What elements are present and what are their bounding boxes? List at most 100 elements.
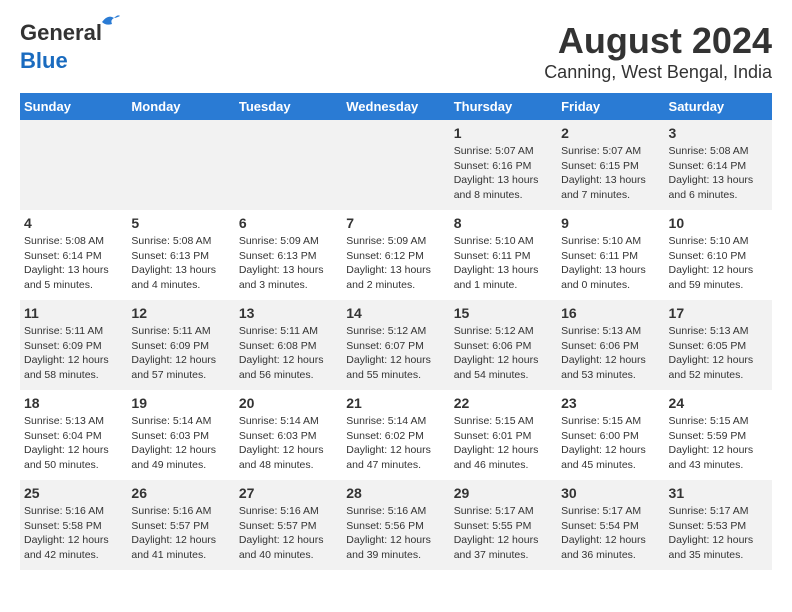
day-number: 14 bbox=[346, 305, 445, 321]
day-number: 26 bbox=[131, 485, 230, 501]
day-number: 8 bbox=[454, 215, 553, 231]
day-number: 21 bbox=[346, 395, 445, 411]
day-info: Sunrise: 5:14 AMSunset: 6:03 PMDaylight:… bbox=[239, 414, 338, 473]
weekday-header-monday: Monday bbox=[127, 93, 234, 120]
day-number: 20 bbox=[239, 395, 338, 411]
day-info: Sunrise: 5:11 AMSunset: 6:09 PMDaylight:… bbox=[131, 324, 230, 383]
day-info: Sunrise: 5:17 AMSunset: 5:54 PMDaylight:… bbox=[561, 504, 660, 563]
day-info: Sunrise: 5:09 AMSunset: 6:13 PMDaylight:… bbox=[239, 234, 338, 293]
day-info: Sunrise: 5:17 AMSunset: 5:53 PMDaylight:… bbox=[669, 504, 768, 563]
calendar-cell: 20 Sunrise: 5:14 AMSunset: 6:03 PMDayligh… bbox=[235, 390, 342, 480]
calendar-cell bbox=[235, 120, 342, 210]
day-number: 15 bbox=[454, 305, 553, 321]
day-info: Sunrise: 5:15 AMSunset: 6:00 PMDaylight:… bbox=[561, 414, 660, 473]
calendar-cell: 29 Sunrise: 5:17 AMSunset: 5:55 PMDayligh… bbox=[450, 480, 557, 570]
logo-general: General bbox=[20, 20, 102, 45]
day-info: Sunrise: 5:10 AMSunset: 6:11 PMDaylight:… bbox=[561, 234, 660, 293]
day-number: 18 bbox=[24, 395, 123, 411]
day-number: 25 bbox=[24, 485, 123, 501]
calendar-cell bbox=[127, 120, 234, 210]
calendar-cell: 24Sunrise: 5:15 AMSunset: 5:59 PMDayligh… bbox=[665, 390, 772, 480]
day-number: 19 bbox=[131, 395, 230, 411]
day-info: Sunrise: 5:08 AMSunset: 6:13 PMDaylight:… bbox=[131, 234, 230, 293]
calendar-cell: 26 Sunrise: 5:16 AMSunset: 5:57 PMDayligh… bbox=[127, 480, 234, 570]
calendar-cell: 16Sunrise: 5:13 AMSunset: 6:06 PMDayligh… bbox=[557, 300, 664, 390]
calendar-cell: 31 Sunrise: 5:17 AMSunset: 5:53 PMDayligh… bbox=[665, 480, 772, 570]
day-number: 7 bbox=[346, 215, 445, 231]
calendar-table: SundayMondayTuesdayWednesdayThursdayFrid… bbox=[20, 93, 772, 570]
calendar-cell: 15 Sunrise: 5:12 AMSunset: 6:06 PMDayligh… bbox=[450, 300, 557, 390]
day-info: Sunrise: 5:13 AMSunset: 6:04 PMDaylight:… bbox=[24, 414, 123, 473]
day-info: Sunrise: 5:15 AMSunset: 5:59 PMDaylight:… bbox=[669, 414, 768, 473]
logo-bird-icon bbox=[100, 12, 120, 30]
weekday-header-sunday: Sunday bbox=[20, 93, 127, 120]
day-info: Sunrise: 5:12 AMSunset: 6:06 PMDaylight:… bbox=[454, 324, 553, 383]
day-number: 5 bbox=[131, 215, 230, 231]
calendar-week-1: 1 Sunrise: 5:07 AMSunset: 6:16 PMDaylight… bbox=[20, 120, 772, 210]
day-info: Sunrise: 5:10 AMSunset: 6:11 PMDaylight:… bbox=[454, 234, 553, 293]
calendar-cell: 14Sunrise: 5:12 AMSunset: 6:07 PMDayligh… bbox=[342, 300, 449, 390]
day-info: Sunrise: 5:17 AMSunset: 5:55 PMDaylight:… bbox=[454, 504, 553, 563]
day-number: 3 bbox=[669, 125, 768, 141]
day-info: Sunrise: 5:16 AMSunset: 5:56 PMDaylight:… bbox=[346, 504, 445, 563]
day-number: 27 bbox=[239, 485, 338, 501]
day-info: Sunrise: 5:13 AMSunset: 6:05 PMDaylight:… bbox=[669, 324, 768, 383]
weekday-header-saturday: Saturday bbox=[665, 93, 772, 120]
main-title: August 2024 bbox=[544, 20, 772, 62]
page-header: General Blue August 2024 Canning, West B… bbox=[20, 20, 772, 83]
day-number: 4 bbox=[24, 215, 123, 231]
calendar-cell: 11Sunrise: 5:11 AMSunset: 6:09 PMDayligh… bbox=[20, 300, 127, 390]
calendar-cell: 27 Sunrise: 5:16 AMSunset: 5:57 PMDayligh… bbox=[235, 480, 342, 570]
day-info: Sunrise: 5:10 AMSunset: 6:10 PMDaylight:… bbox=[669, 234, 768, 293]
day-number: 23 bbox=[561, 395, 660, 411]
calendar-cell: 28Sunrise: 5:16 AMSunset: 5:56 PMDayligh… bbox=[342, 480, 449, 570]
day-info: Sunrise: 5:07 AMSunset: 6:16 PMDaylight:… bbox=[454, 144, 553, 203]
calendar-cell bbox=[20, 120, 127, 210]
day-number: 11 bbox=[24, 305, 123, 321]
calendar-cell: 30Sunrise: 5:17 AMSunset: 5:54 PMDayligh… bbox=[557, 480, 664, 570]
sub-title: Canning, West Bengal, India bbox=[544, 62, 772, 83]
calendar-cell: 25 Sunrise: 5:16 AMSunset: 5:58 PMDayligh… bbox=[20, 480, 127, 570]
calendar-week-4: 18 Sunrise: 5:13 AMSunset: 6:04 PMDayligh… bbox=[20, 390, 772, 480]
calendar-cell: 19 Sunrise: 5:14 AMSunset: 6:03 PMDayligh… bbox=[127, 390, 234, 480]
weekday-header-thursday: Thursday bbox=[450, 93, 557, 120]
calendar-cell: 2Sunrise: 5:07 AMSunset: 6:15 PMDaylight… bbox=[557, 120, 664, 210]
calendar-cell: 6 Sunrise: 5:09 AMSunset: 6:13 PMDaylight… bbox=[235, 210, 342, 300]
calendar-cell: 21Sunrise: 5:14 AMSunset: 6:02 PMDayligh… bbox=[342, 390, 449, 480]
day-info: Sunrise: 5:08 AMSunset: 6:14 PMDaylight:… bbox=[24, 234, 123, 293]
day-info: Sunrise: 5:16 AMSunset: 5:58 PMDaylight:… bbox=[24, 504, 123, 563]
calendar-cell: 18 Sunrise: 5:13 AMSunset: 6:04 PMDayligh… bbox=[20, 390, 127, 480]
calendar-cell: 17Sunrise: 5:13 AMSunset: 6:05 PMDayligh… bbox=[665, 300, 772, 390]
day-info: Sunrise: 5:14 AMSunset: 6:03 PMDaylight:… bbox=[131, 414, 230, 473]
weekday-header-tuesday: Tuesday bbox=[235, 93, 342, 120]
day-number: 6 bbox=[239, 215, 338, 231]
weekday-header-friday: Friday bbox=[557, 93, 664, 120]
day-number: 31 bbox=[669, 485, 768, 501]
calendar-cell: 3 Sunrise: 5:08 AMSunset: 6:14 PMDaylight… bbox=[665, 120, 772, 210]
logo: General Blue bbox=[20, 20, 102, 74]
calendar-week-2: 4 Sunrise: 5:08 AMSunset: 6:14 PMDaylight… bbox=[20, 210, 772, 300]
calendar-week-3: 11 Sunrise: 5:11 AMSunset: 6:09 PMDayligh… bbox=[20, 300, 772, 390]
day-number: 29 bbox=[454, 485, 553, 501]
calendar-cell: 22Sunrise: 5:15 AMSunset: 6:01 PMDayligh… bbox=[450, 390, 557, 480]
day-number: 22 bbox=[454, 395, 553, 411]
day-info: Sunrise: 5:16 AMSunset: 5:57 PMDaylight:… bbox=[239, 504, 338, 563]
day-number: 12 bbox=[131, 305, 230, 321]
day-number: 10 bbox=[669, 215, 768, 231]
day-number: 9 bbox=[561, 215, 660, 231]
title-area: August 2024 Canning, West Bengal, India bbox=[544, 20, 772, 83]
day-info: Sunrise: 5:16 AMSunset: 5:57 PMDaylight:… bbox=[131, 504, 230, 563]
calendar-cell: 13 Sunrise: 5:11 AMSunset: 6:08 PMDayligh… bbox=[235, 300, 342, 390]
calendar-cell bbox=[342, 120, 449, 210]
calendar-cell: 7 Sunrise: 5:09 AMSunset: 6:12 PMDaylight… bbox=[342, 210, 449, 300]
calendar-cell: 5 Sunrise: 5:08 AMSunset: 6:13 PMDaylight… bbox=[127, 210, 234, 300]
day-number: 13 bbox=[239, 305, 338, 321]
day-number: 1 bbox=[454, 125, 553, 141]
day-info: Sunrise: 5:11 AMSunset: 6:08 PMDaylight:… bbox=[239, 324, 338, 383]
day-info: Sunrise: 5:08 AMSunset: 6:14 PMDaylight:… bbox=[669, 144, 768, 203]
calendar-cell: 1 Sunrise: 5:07 AMSunset: 6:16 PMDaylight… bbox=[450, 120, 557, 210]
calendar-cell: 8 Sunrise: 5:10 AMSunset: 6:11 PMDaylight… bbox=[450, 210, 557, 300]
day-info: Sunrise: 5:09 AMSunset: 6:12 PMDaylight:… bbox=[346, 234, 445, 293]
calendar-week-5: 25 Sunrise: 5:16 AMSunset: 5:58 PMDayligh… bbox=[20, 480, 772, 570]
day-number: 2 bbox=[561, 125, 660, 141]
